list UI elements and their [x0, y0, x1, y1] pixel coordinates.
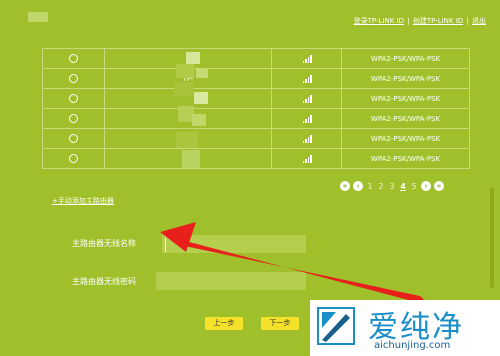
- watermark-logo-icon: [317, 307, 355, 345]
- watermark: 爱纯净 aichunjing.com: [310, 300, 500, 356]
- watermark-url: aichunjing.com: [374, 340, 451, 351]
